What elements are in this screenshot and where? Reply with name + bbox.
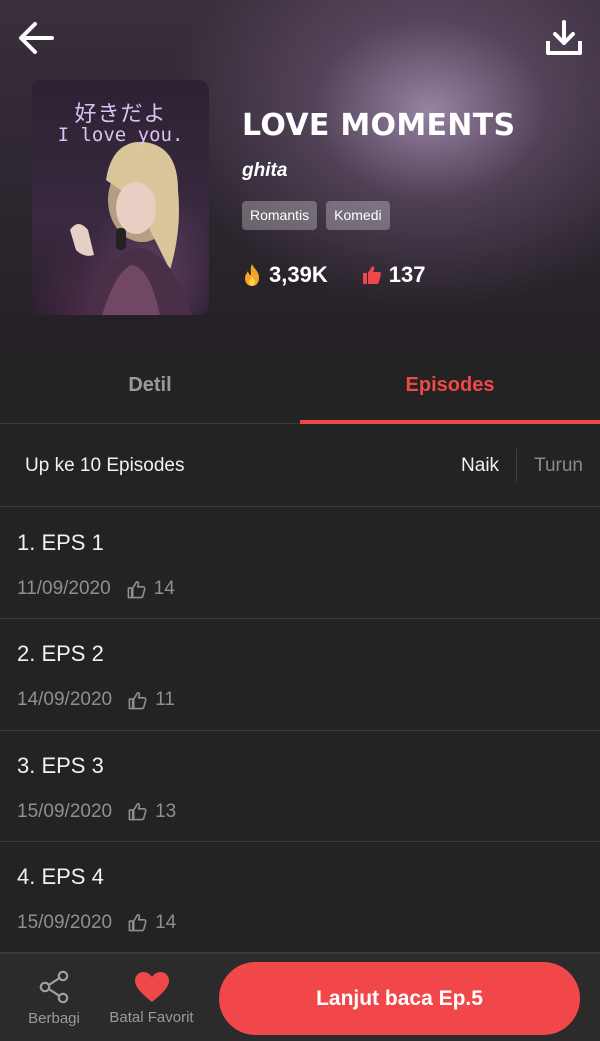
back-button[interactable] bbox=[14, 16, 58, 60]
comic-title: LOVE MOMENTS bbox=[242, 108, 516, 143]
views-stat: 3,39K bbox=[242, 262, 328, 288]
episode-date: 11/09/2020 bbox=[17, 578, 111, 599]
episode-count-label: Up ke 10 Episodes bbox=[25, 454, 185, 476]
genre-tags: Romantis Komedi bbox=[242, 201, 390, 230]
likes-stat: 137 bbox=[362, 262, 426, 288]
heart-icon bbox=[134, 971, 169, 1002]
sort-descending-button[interactable]: Turun bbox=[517, 449, 600, 483]
flame-icon bbox=[245, 264, 259, 286]
share-icon bbox=[39, 970, 69, 1003]
unfavorite-button[interactable]: Batal Favorit bbox=[100, 954, 203, 1041]
genre-tag[interactable]: Komedi bbox=[326, 201, 390, 230]
episode-likes: 14 bbox=[155, 911, 177, 933]
episode-likes: 14 bbox=[153, 578, 175, 599]
episode-date: 15/09/2020 bbox=[17, 800, 113, 822]
episode-meta: 15/09/2020 14 bbox=[17, 912, 176, 934]
download-button[interactable] bbox=[542, 16, 586, 60]
thumbs-up-outline-icon bbox=[128, 691, 147, 710]
episode-likes: 13 bbox=[155, 800, 177, 822]
episode-title: 4. EPS 4 bbox=[17, 863, 104, 889]
comic-header: 好きだよ I love you. LOVE MOMENTS ghita Roma… bbox=[0, 0, 600, 348]
arrow-left-icon bbox=[19, 22, 54, 54]
episode-date: 15/09/2020 bbox=[17, 911, 113, 933]
unfavorite-label: Batal Favorit bbox=[109, 1008, 194, 1026]
thumbs-up-icon bbox=[362, 266, 381, 284]
download-icon bbox=[546, 20, 582, 55]
episode-item[interactable]: 2. EPS 2 14/09/2020 11 bbox=[0, 619, 600, 731]
thumbs-up-outline-icon bbox=[128, 913, 147, 932]
likes-count: 137 bbox=[388, 262, 426, 287]
episode-likes: 11 bbox=[155, 689, 175, 711]
share-button[interactable]: Berbagi bbox=[16, 954, 92, 1041]
cover-text-english: I love you. bbox=[57, 124, 184, 146]
episode-meta: 15/09/2020 13 bbox=[17, 801, 176, 823]
comic-stats: 3,39K 137 bbox=[242, 262, 425, 288]
views-count: 3,39K bbox=[269, 262, 328, 287]
episode-item[interactable]: 3. EPS 3 15/09/2020 13 bbox=[0, 731, 600, 842]
episode-item[interactable]: 4. EPS 4 15/09/2020 14 bbox=[0, 842, 600, 954]
episode-meta: 11/09/2020 14 bbox=[17, 578, 175, 600]
bottom-action-bar: Berbagi Batal Favorit Lanjut baca Ep.5 bbox=[0, 953, 600, 1041]
tab-detil[interactable]: Detil bbox=[0, 348, 300, 423]
episode-item[interactable]: 1. EPS 1 11/09/2020 14 bbox=[0, 508, 600, 620]
genre-tag[interactable]: Romantis bbox=[242, 201, 318, 230]
episode-title: 3. EPS 3 bbox=[17, 752, 104, 778]
thumbs-up-outline-icon bbox=[128, 802, 147, 821]
episode-date: 14/09/2020 bbox=[17, 689, 113, 711]
episode-title: 1. EPS 1 bbox=[17, 530, 104, 555]
episode-sort-bar: Up ke 10 Episodes Naik Turun bbox=[0, 425, 600, 507]
episode-meta: 14/09/2020 11 bbox=[17, 689, 175, 711]
tab-episodes[interactable]: Episodes bbox=[300, 348, 600, 424]
episode-list: 1. EPS 1 11/09/2020 14 2. EPS 2 14/09/20… bbox=[0, 508, 600, 954]
sort-ascending-button[interactable]: Naik bbox=[444, 449, 516, 483]
episode-title: 2. EPS 2 bbox=[17, 641, 104, 667]
cover-image: 好きだよ I love you. bbox=[32, 80, 209, 315]
continue-reading-button[interactable]: Lanjut baca Ep.5 bbox=[219, 962, 580, 1035]
thumbs-up-outline-icon bbox=[127, 580, 146, 599]
tab-bar: Detil Episodes bbox=[0, 348, 600, 424]
author-name[interactable]: ghita bbox=[242, 160, 287, 182]
share-label: Berbagi bbox=[28, 1009, 80, 1027]
